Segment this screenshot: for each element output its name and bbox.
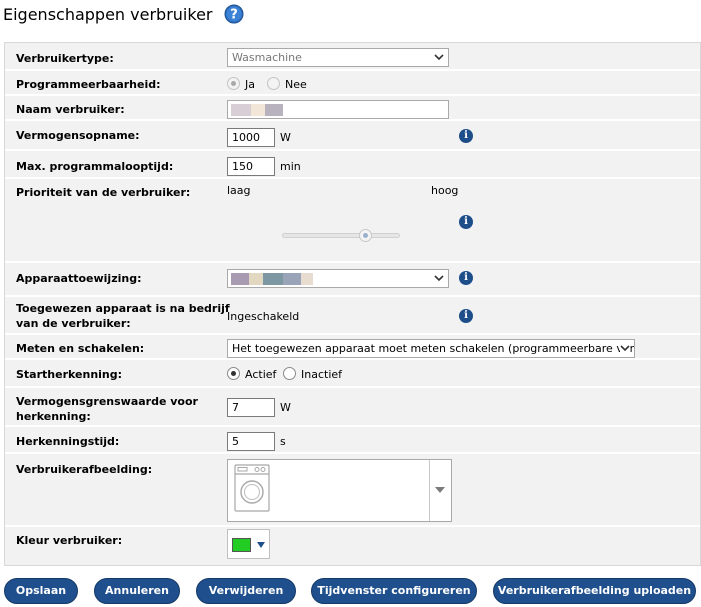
configure-timewindow-button[interactable]: Tijdvenster configureren	[311, 578, 477, 604]
row-recognition-time: Herkenningstijd: 5 s	[5, 427, 700, 454]
chevron-down-icon	[620, 345, 630, 352]
row-programmable: Programmeerbaarheid: Ja Nee	[5, 71, 700, 96]
power-threshold-value: 7	[232, 401, 239, 414]
caret-down-icon	[257, 542, 265, 548]
device-operation-value: Ingeschakeld	[227, 310, 300, 323]
measure-switch-value: Het toegewezen apparaat moet meten schak…	[232, 342, 635, 355]
power-threshold-label-line2: herkenning:	[16, 410, 91, 423]
svg-text:?: ?	[231, 8, 239, 23]
priority-slider-thumb[interactable]	[359, 229, 372, 242]
power-label: Vermogensopname:	[16, 129, 140, 142]
programmable-label: Programmeerbaarheid:	[16, 78, 161, 91]
consumer-properties-form: Verbruikertype: Wasmachine Programmeerba…	[4, 42, 701, 566]
help-icon[interactable]: ?	[224, 4, 244, 24]
consumer-image-divider	[429, 460, 430, 521]
delete-button[interactable]: Verwijderen	[196, 578, 296, 604]
device-select[interactable]	[227, 269, 449, 288]
device-operation-label-line1: Toegewezen apparaat is na bedrijf	[16, 302, 230, 315]
start-detection-label: Startherkenning:	[16, 368, 123, 381]
washing-machine-icon	[234, 464, 270, 512]
row-consumer-name: Naam verbruiker:	[5, 96, 700, 121]
consumer-image-label: Verbruikerafbeelding:	[16, 463, 153, 476]
programmable-no-label: Nee	[285, 78, 307, 91]
color-picker[interactable]	[227, 529, 270, 559]
color-swatch	[232, 538, 251, 552]
start-detection-inactive-radio[interactable]	[283, 367, 296, 380]
priority-slider[interactable]	[282, 229, 400, 243]
power-unit: W	[280, 131, 291, 144]
row-consumer-image: Verbruikerafbeelding:	[5, 454, 700, 527]
device-operation-label-line2: van de verbruiker:	[16, 317, 131, 330]
row-runtime: Max. programmalooptijd: 150 min	[5, 151, 700, 179]
consumer-type-value: Wasmachine	[232, 51, 302, 64]
consumer-name-input[interactable]	[227, 100, 449, 119]
consumer-type-select[interactable]: Wasmachine	[227, 48, 449, 67]
consumer-color-label: Kleur verbruiker:	[16, 534, 123, 547]
row-consumer-color: Kleur verbruiker:	[5, 527, 700, 565]
page-title-bar: Eigenschappen verbruiker ?	[3, 4, 244, 24]
measure-switch-label: Meten en schakelen:	[16, 342, 145, 355]
power-info-icon[interactable]: i	[459, 129, 473, 143]
consumer-image-select[interactable]	[227, 459, 452, 522]
row-power: Vermogensopname: 1000 W i	[5, 121, 700, 151]
start-detection-active-radio[interactable]	[227, 367, 240, 380]
device-info-icon[interactable]: i	[459, 271, 473, 285]
recognition-time-unit: s	[280, 435, 286, 448]
programmable-no-radio[interactable]	[267, 77, 280, 90]
power-threshold-unit: W	[280, 401, 291, 414]
runtime-label: Max. programmalooptijd:	[16, 160, 174, 173]
runtime-value: 150	[232, 160, 253, 173]
consumer-type-label: Verbruikertype:	[16, 52, 114, 65]
chevron-down-icon	[434, 275, 444, 282]
row-start-detection: Startherkenning: Actief Inactief	[5, 360, 700, 388]
priority-high-label: hoog	[431, 184, 459, 197]
power-threshold-label-line1: Vermogensgrenswaarde voor	[16, 395, 198, 408]
row-measure-switch: Meten en schakelen: Het toegewezen appar…	[5, 335, 700, 360]
start-detection-inactive-label: Inactief	[301, 368, 343, 381]
cancel-button[interactable]: Annuleren	[94, 578, 180, 604]
row-device-operation: Toegewezen apparaat is na bedrijf van de…	[5, 297, 700, 335]
recognition-time-input[interactable]: 5	[227, 432, 275, 451]
start-detection-active-label: Actief	[245, 368, 277, 381]
priority-slider-track	[282, 233, 400, 238]
programmable-yes-radio[interactable]	[227, 77, 240, 90]
power-value: 1000	[232, 131, 260, 144]
power-input[interactable]: 1000	[227, 128, 275, 147]
priority-label: Prioriteit van de verbruiker:	[16, 186, 191, 199]
recognition-time-label: Herkenningstijd:	[16, 435, 120, 448]
consumer-name-label: Naam verbruiker:	[16, 103, 125, 116]
page-title: Eigenschappen verbruiker	[3, 4, 213, 24]
row-device: Apparaattoewijzing: i	[5, 263, 700, 297]
measure-switch-select[interactable]: Het toegewezen apparaat moet meten schak…	[227, 339, 635, 358]
save-button[interactable]: Opslaan	[4, 578, 78, 604]
device-operation-info-icon[interactable]: i	[459, 309, 473, 323]
power-threshold-input[interactable]: 7	[227, 398, 275, 417]
runtime-input[interactable]: 150	[227, 157, 275, 176]
runtime-unit: min	[280, 160, 301, 173]
chevron-down-icon	[434, 54, 444, 61]
upload-image-button[interactable]: Verbruikerafbeelding uploaden	[493, 578, 696, 604]
row-priority: Prioriteit van de verbruiker: laag hoog …	[5, 179, 700, 263]
row-power-threshold: Vermogensgrenswaarde voor herkenning: 7 …	[5, 388, 700, 427]
row-consumer-type: Verbruikertype: Wasmachine	[5, 43, 700, 71]
recognition-time-value: 5	[232, 435, 239, 448]
device-label: Apparaattoewijzing:	[16, 272, 142, 285]
caret-down-icon[interactable]	[435, 487, 445, 493]
priority-low-label: laag	[227, 184, 251, 197]
programmable-yes-label: Ja	[245, 78, 255, 91]
priority-info-icon[interactable]: i	[459, 215, 473, 229]
